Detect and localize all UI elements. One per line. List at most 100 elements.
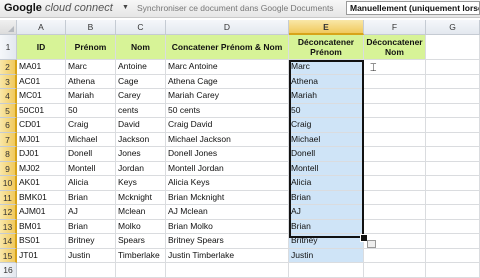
table-cell[interactable] xyxy=(426,103,480,118)
selected-cell[interactable]: Mariah xyxy=(289,89,364,104)
row-header-7[interactable]: 7 xyxy=(0,132,17,147)
table-cell[interactable]: Marc Antoine xyxy=(166,60,289,75)
table-cell[interactable]: BM01 xyxy=(17,219,66,234)
table-cell[interactable]: Britney xyxy=(66,234,116,249)
table-cell[interactable]: Montell Jordan xyxy=(166,161,289,176)
table-cell[interactable]: Michael xyxy=(66,132,116,147)
row-header-2[interactable]: 2 xyxy=(0,60,17,75)
selected-cell[interactable]: Montell xyxy=(289,161,364,176)
table-cell[interactable] xyxy=(166,263,289,278)
column-header-f[interactable]: F xyxy=(364,20,426,35)
table-cell[interactable]: Athena Cage xyxy=(166,74,289,89)
table-cell[interactable]: MA01 xyxy=(17,60,66,75)
table-cell[interactable]: Jackson xyxy=(116,132,166,147)
table-cell[interactable] xyxy=(426,234,480,249)
column-title-cell[interactable]: Nom xyxy=(116,35,166,60)
chevron-down-icon[interactable]: ▼ xyxy=(122,4,129,11)
table-cell[interactable]: AJ xyxy=(66,205,116,220)
row-header-14[interactable]: 14 xyxy=(0,234,17,249)
select-all-corner[interactable] xyxy=(0,20,17,35)
column-title-cell[interactable]: Prénom xyxy=(66,35,116,60)
table-cell[interactable]: Brian Molko xyxy=(166,219,289,234)
table-cell[interactable]: Mcknight xyxy=(116,190,166,205)
column-header-e[interactable]: E xyxy=(289,20,364,35)
autofill-options-icon[interactable] xyxy=(367,240,376,248)
table-cell[interactable]: AJ Mclean xyxy=(166,205,289,220)
table-cell[interactable] xyxy=(426,89,480,104)
selected-cell[interactable]: Brian xyxy=(289,190,364,205)
table-cell[interactable]: CD01 xyxy=(17,118,66,133)
table-cell[interactable] xyxy=(426,147,480,162)
table-cell[interactable]: Jordan xyxy=(116,161,166,176)
table-cell[interactable]: Craig xyxy=(66,118,116,133)
table-cell[interactable] xyxy=(426,248,480,263)
column-header-c[interactable]: C xyxy=(116,20,166,35)
google-cloud-connect-logo[interactable]: Google cloud connect xyxy=(4,2,126,15)
selected-cell[interactable]: Alicia xyxy=(289,176,364,191)
row-header-4[interactable]: 4 xyxy=(0,89,17,104)
sync-document-link[interactable]: Synchroniser ce document dans Google Doc… xyxy=(137,3,334,13)
table-cell[interactable] xyxy=(426,190,480,205)
table-cell[interactable]: Athena xyxy=(66,74,116,89)
table-cell[interactable]: MJ01 xyxy=(17,132,66,147)
table-cell[interactable]: AJM01 xyxy=(17,205,66,220)
table-cell[interactable] xyxy=(426,176,480,191)
table-cell[interactable]: DJ01 xyxy=(17,147,66,162)
table-cell[interactable] xyxy=(364,147,426,162)
table-cell[interactable] xyxy=(426,161,480,176)
column-title-cell[interactable]: Concatener Prénom & Nom xyxy=(166,35,289,60)
table-cell[interactable] xyxy=(426,132,480,147)
column-header-b[interactable]: B xyxy=(66,20,116,35)
table-cell[interactable] xyxy=(426,205,480,220)
table-cell[interactable] xyxy=(66,263,116,278)
table-cell[interactable] xyxy=(426,118,480,133)
sync-mode-select[interactable]: Manuellement (uniquement lorsq xyxy=(346,1,480,15)
table-cell[interactable]: Mariah Carey xyxy=(166,89,289,104)
table-cell[interactable] xyxy=(289,263,364,278)
table-cell[interactable]: Spears xyxy=(116,234,166,249)
selected-cell[interactable]: AJ xyxy=(289,205,364,220)
column-title-cell[interactable]: ID xyxy=(17,35,66,60)
table-cell[interactable] xyxy=(426,219,480,234)
table-cell[interactable]: Donell xyxy=(66,147,116,162)
table-cell[interactable]: Craig David xyxy=(166,118,289,133)
row-header-6[interactable]: 6 xyxy=(0,118,17,133)
table-cell[interactable]: Marc xyxy=(66,60,116,75)
table-cell[interactable]: Justin Timberlake xyxy=(166,248,289,263)
table-cell[interactable] xyxy=(426,74,480,89)
table-cell[interactable] xyxy=(426,35,480,60)
table-cell[interactable]: Britney Spears xyxy=(166,234,289,249)
table-cell[interactable]: Jones xyxy=(116,147,166,162)
row-header-15[interactable]: 15 xyxy=(0,248,17,263)
selected-cell[interactable]: Craig xyxy=(289,118,364,133)
table-cell[interactable]: Timberlake xyxy=(116,248,166,263)
table-cell[interactable] xyxy=(364,132,426,147)
table-cell[interactable]: Mariah xyxy=(66,89,116,104)
table-cell[interactable]: Alicia Keys xyxy=(166,176,289,191)
selected-cell[interactable]: Athena xyxy=(289,74,364,89)
table-cell[interactable]: Michael Jackson xyxy=(166,132,289,147)
row-header-16[interactable]: 16 xyxy=(0,263,17,278)
table-cell[interactable] xyxy=(116,263,166,278)
selected-cell[interactable]: Michael xyxy=(289,132,364,147)
table-cell[interactable]: AC01 xyxy=(17,74,66,89)
column-header-d[interactable]: D xyxy=(166,20,289,35)
table-cell[interactable]: 50 cents xyxy=(166,103,289,118)
table-cell[interactable]: Molko xyxy=(116,219,166,234)
row-header-5[interactable]: 5 xyxy=(0,103,17,118)
table-cell[interactable] xyxy=(426,60,480,75)
table-cell[interactable] xyxy=(364,263,426,278)
table-cell[interactable]: BMK01 xyxy=(17,190,66,205)
row-header-3[interactable]: 3 xyxy=(0,74,17,89)
table-cell[interactable]: Mclean xyxy=(116,205,166,220)
selected-cell[interactable]: Marc xyxy=(289,60,364,75)
table-cell[interactable]: 50C01 xyxy=(17,103,66,118)
table-cell[interactable]: AK01 xyxy=(17,176,66,191)
row-header-11[interactable]: 11 xyxy=(0,190,17,205)
table-cell[interactable]: MJ02 xyxy=(17,161,66,176)
table-cell[interactable] xyxy=(364,205,426,220)
table-cell[interactable]: Brian xyxy=(66,219,116,234)
selected-cell[interactable]: Brian xyxy=(289,219,364,234)
table-cell[interactable] xyxy=(364,118,426,133)
table-cell[interactable] xyxy=(364,74,426,89)
